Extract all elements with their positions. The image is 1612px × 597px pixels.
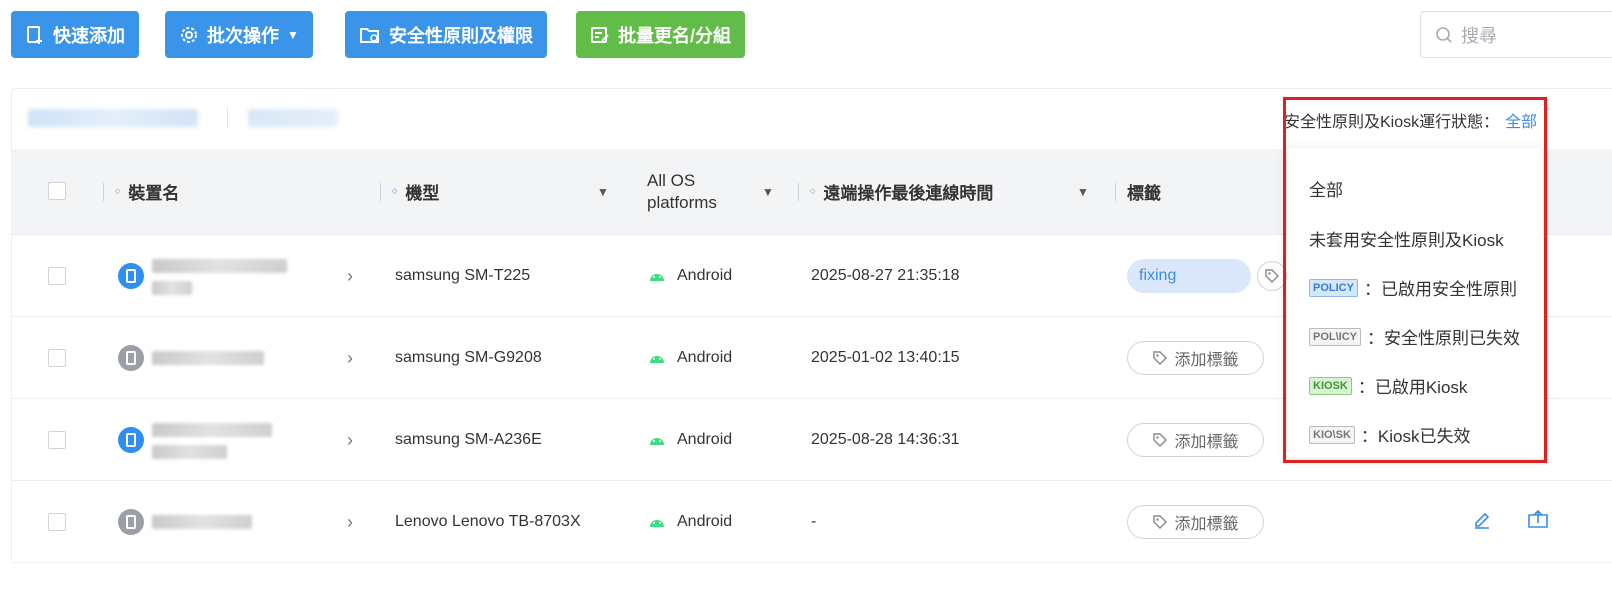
os-cell: Android	[649, 399, 732, 481]
device-status-icon	[118, 481, 144, 563]
tag-label: fixing	[1139, 267, 1177, 284]
os-cell: Android	[649, 317, 732, 399]
add-tag-button[interactable]: 添加標籤	[1127, 505, 1264, 539]
add-tag-label: 添加標籤	[1174, 434, 1239, 451]
device-status-icon	[118, 235, 144, 317]
add-device-icon	[27, 25, 42, 44]
os-label: Android	[677, 349, 733, 366]
model-cell: samsung SM-A236E	[395, 431, 542, 448]
select-all-checkbox[interactable]	[48, 182, 66, 200]
os-cell: Android	[649, 481, 732, 563]
security-label: 安全性原則及權限	[389, 25, 533, 46]
caret-down-icon: ▼	[762, 184, 774, 199]
group-filter-blurred[interactable]	[28, 109, 198, 127]
model-cell: Lenovo Lenovo TB-8703X	[395, 513, 581, 530]
device-name-blurred	[152, 281, 192, 295]
device-name-blurred[interactable]	[152, 351, 264, 365]
row-checkbox[interactable]	[48, 267, 66, 285]
caret-down-icon: ▼	[1077, 184, 1089, 199]
col-tags-label: 標籤	[1127, 184, 1161, 203]
expand-chevron-icon[interactable]: ›	[347, 399, 353, 481]
subgroup-filter-blurred[interactable]	[248, 109, 338, 127]
col-device-name-label: 裝置名	[128, 184, 180, 203]
search-placeholder: 搜尋	[1461, 25, 1497, 46]
device-status-icon	[118, 317, 144, 399]
col-os-line1: All OS	[647, 170, 696, 190]
last-connect-filter-dropdown[interactable]: ▼	[1077, 149, 1089, 234]
expand-chevron-icon[interactable]: ›	[347, 481, 353, 563]
rename-group-button[interactable]: 批量更名/分組	[576, 11, 746, 58]
row-checkbox[interactable]	[48, 431, 66, 449]
search-icon	[1436, 26, 1452, 43]
caret-down-icon: ▼	[597, 184, 609, 199]
quick-add-button[interactable]: 快速添加	[11, 11, 139, 58]
col-last-connect[interactable]: ◇ 遠端操作最後連線時間	[798, 149, 994, 234]
tag-badge[interactable]: fixing	[1127, 259, 1251, 293]
divider	[227, 107, 228, 129]
tag-icon	[1153, 515, 1168, 529]
last-connect-cell: -	[811, 513, 817, 530]
table-row[interactable]: › Lenovo Lenovo TB-8703X Android - 添加標籤	[12, 480, 1612, 562]
batch-ops-label: 批次操作	[207, 25, 279, 46]
search-input[interactable]: 搜尋	[1420, 11, 1612, 58]
device-name-blurred[interactable]	[152, 259, 287, 273]
annotation-highlight-box	[1283, 97, 1547, 463]
column-separator	[103, 183, 104, 201]
col-os[interactable]: All OS platforms	[647, 149, 717, 234]
last-connect-cell: 2025-08-27 21:35:18	[811, 267, 960, 284]
os-label: Android	[677, 267, 733, 284]
col-os-line2: platforms	[647, 192, 717, 212]
col-device-name[interactable]: ◇ 裝置名	[103, 149, 180, 234]
model-cell: samsung SM-G9208	[395, 349, 542, 366]
os-label: Android	[677, 431, 733, 448]
os-label: Android	[677, 513, 733, 530]
column-separator	[380, 183, 381, 201]
batch-ops-button[interactable]: 批次操作 ▼	[165, 11, 313, 58]
add-tag-label: 添加標籤	[1174, 352, 1239, 369]
col-model-label: 機型	[405, 184, 440, 203]
android-icon	[650, 438, 664, 445]
tag-icon	[1153, 351, 1168, 365]
row-checkbox[interactable]	[48, 349, 66, 367]
col-last-connect-label: 遠端操作最後連線時間	[823, 184, 994, 203]
model-cell: samsung SM-T225	[395, 267, 531, 284]
security-permissions-button[interactable]: 安全性原則及權限	[345, 11, 547, 58]
android-icon	[650, 520, 664, 527]
expand-chevron-icon[interactable]: ›	[347, 317, 353, 399]
folder-move-icon[interactable]	[1527, 509, 1549, 529]
os-filter-dropdown[interactable]: ▼	[762, 149, 774, 234]
tag-icon	[1265, 269, 1279, 283]
sort-icon[interactable]: ◇	[115, 188, 120, 195]
expand-chevron-icon[interactable]: ›	[347, 235, 353, 317]
row-checkbox[interactable]	[48, 513, 66, 531]
edit-list-icon	[591, 26, 609, 43]
device-name-blurred[interactable]	[152, 515, 252, 529]
os-cell: Android	[649, 235, 732, 317]
android-icon	[650, 274, 664, 281]
device-name-blurred	[152, 445, 227, 459]
quick-add-label: 快速添加	[53, 25, 125, 46]
last-connect-cell: 2025-01-02 13:40:15	[811, 349, 960, 366]
device-name-blurred[interactable]	[152, 423, 272, 437]
edit-icon[interactable]	[1472, 509, 1492, 529]
add-tag-label: 添加標籤	[1174, 516, 1239, 533]
folder-shield-icon	[360, 27, 379, 43]
android-icon	[650, 356, 664, 363]
col-tags: 標籤	[1115, 149, 1161, 234]
model-filter-dropdown[interactable]: ▼	[597, 149, 609, 234]
sort-icon[interactable]: ◇	[392, 188, 397, 195]
column-separator	[1115, 183, 1116, 201]
sort-icon[interactable]: ◇	[810, 188, 815, 195]
gear-icon	[181, 26, 197, 43]
column-separator	[798, 183, 799, 201]
toolbar: 快速添加 批次操作 ▼ 安全性原則及權限 批量更名/分組 搜尋	[0, 0, 1612, 70]
rename-group-label: 批量更名/分組	[618, 25, 732, 46]
col-model[interactable]: ◇ 機型	[380, 149, 440, 234]
tag-icon	[1153, 433, 1168, 447]
add-tag-button[interactable]: 添加標籤	[1127, 423, 1264, 457]
chevron-down-icon: ▼	[287, 27, 299, 42]
last-connect-cell: 2025-08-28 14:36:31	[811, 431, 960, 448]
device-status-icon	[118, 399, 144, 481]
add-tag-button[interactable]: 添加標籤	[1127, 341, 1264, 375]
